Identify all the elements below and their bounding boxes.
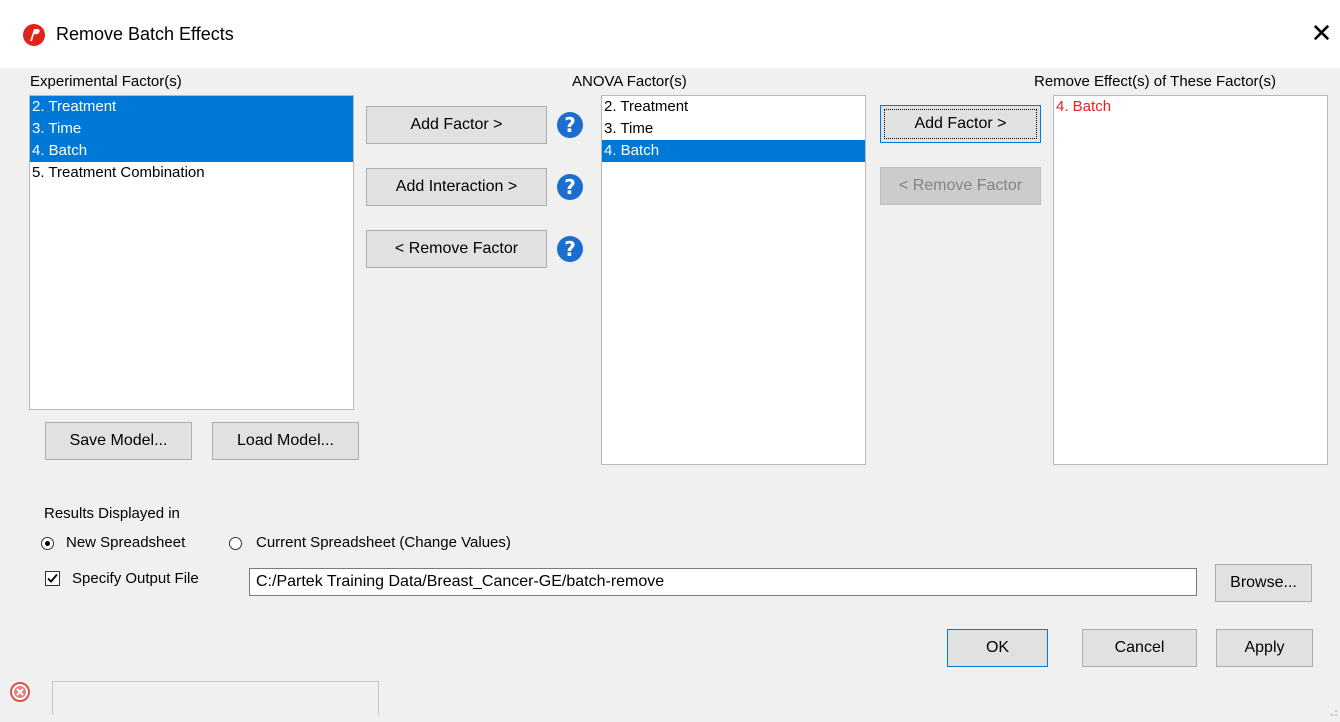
remove-effect-factor-button[interactable]: < Remove Factor — [880, 167, 1041, 205]
browse-button[interactable]: Browse... — [1215, 564, 1312, 602]
list-item[interactable]: 2. Treatment — [30, 96, 353, 118]
close-icon[interactable]: ✕ — [1303, 14, 1340, 52]
results-displayed-label: Results Displayed in — [44, 505, 180, 522]
ok-button[interactable]: OK — [947, 629, 1048, 667]
cancel-button[interactable]: Cancel — [1082, 629, 1197, 667]
remove-effects-list[interactable]: 4. Batch — [1053, 95, 1328, 465]
error-status-icon — [10, 682, 30, 702]
specify-output-label[interactable]: Specify Output File — [72, 570, 199, 587]
remove-effects-label: Remove Effect(s) of These Factor(s) — [1034, 73, 1277, 90]
remove-factor-button[interactable]: < Remove Factor — [366, 230, 547, 268]
title-bar: Remove Batch Effects ✕ — [0, 0, 1340, 68]
apply-button[interactable]: Apply — [1216, 629, 1313, 667]
resize-grip-icon[interactable] — [1330, 704, 1338, 716]
current-spreadsheet-radio[interactable] — [229, 537, 242, 550]
add-interaction-button[interactable]: Add Interaction > — [366, 168, 547, 206]
window-title: Remove Batch Effects — [56, 24, 234, 44]
list-item[interactable]: 4. Batch — [30, 140, 353, 162]
list-item[interactable]: 2. Treatment — [602, 96, 865, 118]
output-path-field[interactable]: C:/Partek Training Data/Breast_Cancer-GE… — [249, 568, 1197, 596]
checkmark-icon — [47, 573, 58, 583]
help-icon[interactable]: ? — [557, 236, 583, 262]
help-icon[interactable]: ? — [557, 112, 583, 138]
list-item[interactable]: 4. Batch — [602, 140, 865, 162]
load-model-button[interactable]: Load Model... — [212, 422, 359, 460]
list-item[interactable]: 5. Treatment Combination — [30, 162, 353, 184]
add-effect-factor-button[interactable]: Add Factor > — [880, 105, 1041, 143]
add-factor-button[interactable]: Add Factor > — [366, 106, 547, 144]
experimental-factors-label: Experimental Factor(s) — [30, 73, 182, 90]
anova-factors-list[interactable]: 2. Treatment 3. Time 4. Batch — [601, 95, 866, 465]
new-spreadsheet-radio[interactable] — [41, 537, 54, 550]
new-spreadsheet-label[interactable]: New Spreadsheet — [66, 534, 185, 551]
status-bar — [52, 681, 379, 715]
anova-factors-label: ANOVA Factor(s) — [572, 73, 687, 90]
list-item[interactable]: 4. Batch — [1054, 96, 1327, 118]
list-item[interactable]: 3. Time — [602, 118, 865, 140]
list-item[interactable]: 3. Time — [30, 118, 353, 140]
experimental-factors-list[interactable]: 2. Treatment 3. Time 4. Batch 5. Treatme… — [29, 95, 354, 410]
specify-output-checkbox[interactable] — [45, 571, 60, 586]
partek-app-icon — [23, 24, 45, 46]
help-icon[interactable]: ? — [557, 174, 583, 200]
current-spreadsheet-label[interactable]: Current Spreadsheet (Change Values) — [256, 534, 511, 551]
save-model-button[interactable]: Save Model... — [45, 422, 192, 460]
